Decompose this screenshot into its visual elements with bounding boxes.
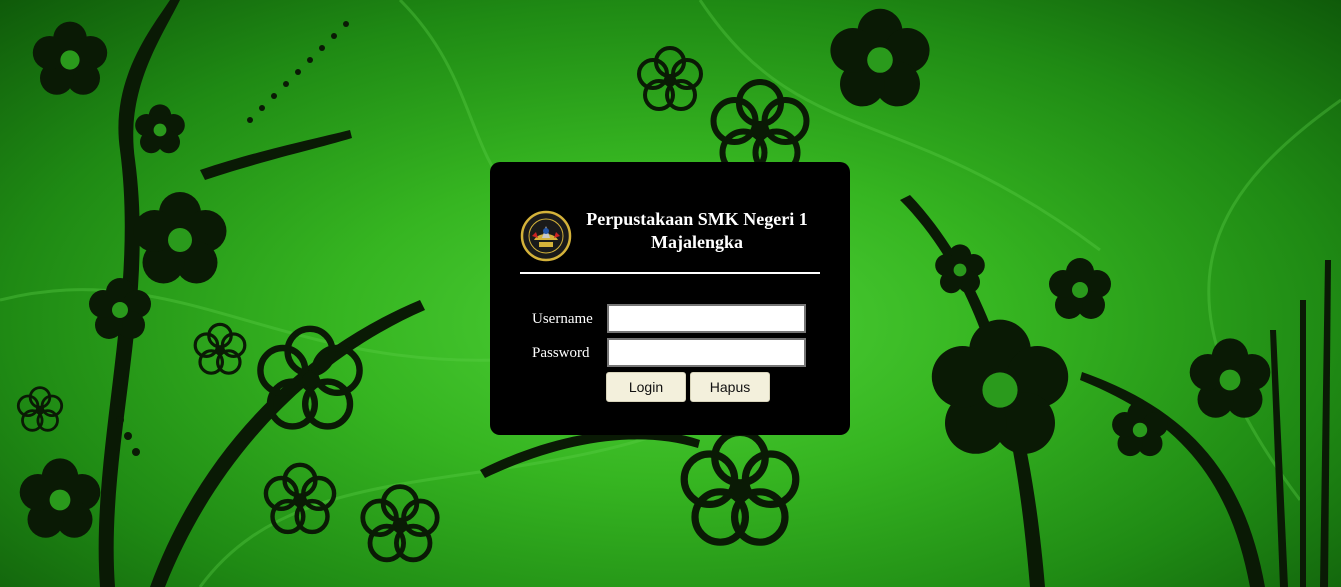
reset-button[interactable]: Hapus: [690, 372, 770, 402]
page-title: Perpustakaan SMK Negeri 1 Majalengka: [586, 209, 808, 252]
login-button[interactable]: Login: [606, 372, 686, 402]
form-buttons: Login Hapus: [606, 372, 776, 402]
username-label: Username: [532, 311, 593, 327]
username-input[interactable]: [607, 304, 806, 333]
school-emblem-icon: [520, 210, 572, 262]
password-label: Password: [532, 345, 590, 361]
login-panel: Perpustakaan SMK Negeri 1 Majalengka Use…: [490, 162, 850, 435]
username-row: Username: [532, 304, 822, 334]
login-header: Perpustakaan SMK Negeri 1 Majalengka: [520, 208, 820, 270]
password-input[interactable]: [607, 338, 806, 367]
password-row: Password: [532, 338, 822, 368]
header-divider: [520, 272, 820, 274]
